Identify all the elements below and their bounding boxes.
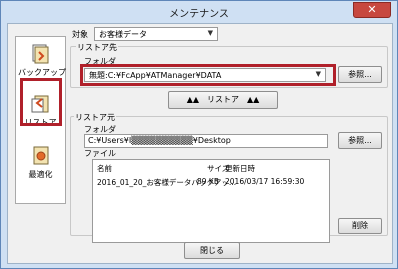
origin-folder-field[interactable]: C:¥Users¥I▒▒▒▒▒▒▒▒▒▒¥Desktop [84, 134, 328, 148]
window-title: メンテナンス [169, 9, 229, 20]
optimize-icon [30, 145, 52, 167]
target-select-value: お客様データ [99, 30, 147, 39]
window-close-button[interactable]: ✕ [353, 2, 391, 18]
dialog-client-area: バックアップ リストア 最適化 対象 お客様データ ▼ リストア先 フォルダ 無… [7, 23, 393, 264]
close-button[interactable]: 閉じる [184, 242, 240, 259]
chevron-down-icon: ▼ [207, 29, 213, 37]
sidebar-item-label: 最適化 [28, 170, 53, 179]
file-row[interactable]: 2016_01_20_お客様データバックアッ... 89 KB 2016/03/… [93, 177, 329, 188]
maintenance-window: メンテナンス ✕ バックアップ リストア 最適化 対象 お客様データ ▼ リスト… [0, 0, 398, 269]
origin-folder-value: C:¥Users¥I▒▒▒▒▒▒▒▒▒▒¥Desktop [88, 136, 231, 145]
file-size: 89 KB [197, 177, 219, 186]
restore-selection-highlight [20, 78, 62, 126]
destination-folder-highlight [80, 64, 336, 86]
file-date: 2016/03/17 16:59:30 [225, 177, 305, 186]
column-header-date[interactable]: 更新日時 [225, 163, 255, 174]
title-bar[interactable]: メンテナンス ✕ [1, 1, 397, 21]
column-header-name[interactable]: 名前 [97, 163, 112, 174]
close-icon: ✕ [367, 3, 377, 16]
file-list-header: 名前 サイズ 更新日時 [93, 163, 329, 174]
file-list[interactable]: 名前 サイズ 更新日時 2016_01_20_お客様データバックアッ... 89… [92, 159, 330, 243]
restore-button[interactable]: ▲▲ リストア ▲▲ [168, 91, 278, 109]
sidebar-item-optimize[interactable]: 最適化 [18, 145, 63, 180]
sidebar-item-label: バックアップ [18, 68, 66, 77]
backup-icon [30, 43, 52, 65]
file-label: ファイル [84, 149, 116, 158]
target-label: 対象 [72, 30, 88, 39]
target-select[interactable]: お客様データ ▼ [94, 27, 218, 41]
restore-destination-label: リストア先 [76, 42, 118, 53]
restore-origin-label: リストア元 [74, 112, 116, 123]
sidebar-item-backup[interactable]: バックアップ [18, 43, 66, 78]
origin-browse-button[interactable]: 参照... [338, 132, 382, 149]
delete-button[interactable]: 削除 [338, 218, 382, 234]
destination-browse-button[interactable]: 参照... [338, 66, 382, 83]
